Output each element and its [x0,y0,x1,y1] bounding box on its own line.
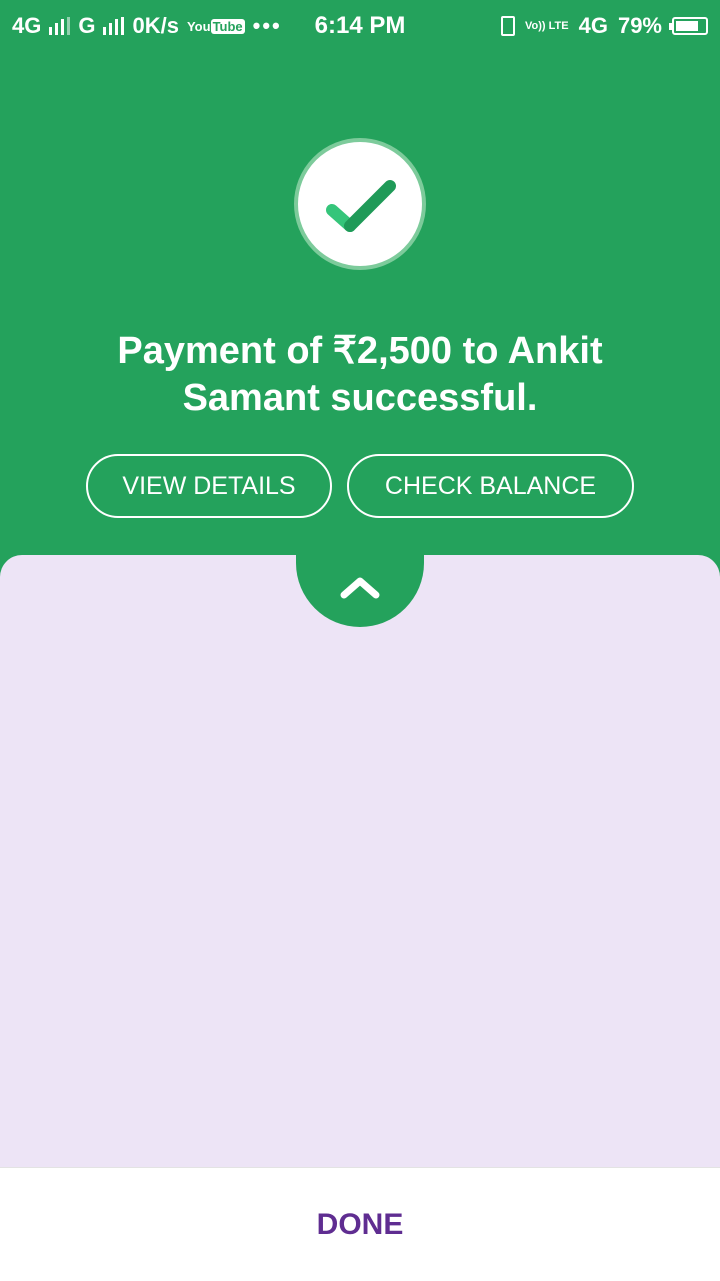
volte-icon: Vo)) LTE [525,19,569,32]
battery-icon [669,17,708,35]
status-right: Vo)) LTE 4G 79% [501,13,708,39]
bottom-action-bar: DONE [0,1167,720,1281]
check-balance-button[interactable]: CHECK BALANCE [347,454,634,518]
battery-percent: 79% [617,13,662,38]
details-sheet [0,555,720,1167]
vibrate-icon [501,16,515,36]
checkmark-icon [326,180,396,232]
chevron-up-icon [340,577,380,599]
view-details-button[interactable]: VIEW DETAILS [86,454,332,518]
done-button[interactable]: DONE [317,1208,404,1242]
success-checkmark-badge [294,138,426,270]
status-bar: 4G G 0K/s You Tube ••• 6:14 PM Vo)) LTE 4… [0,0,720,50]
network-type-3: 4G [578,13,608,38]
payment-success-message: Payment of ₹2,500 to Ankit Samant succes… [117,330,603,419]
